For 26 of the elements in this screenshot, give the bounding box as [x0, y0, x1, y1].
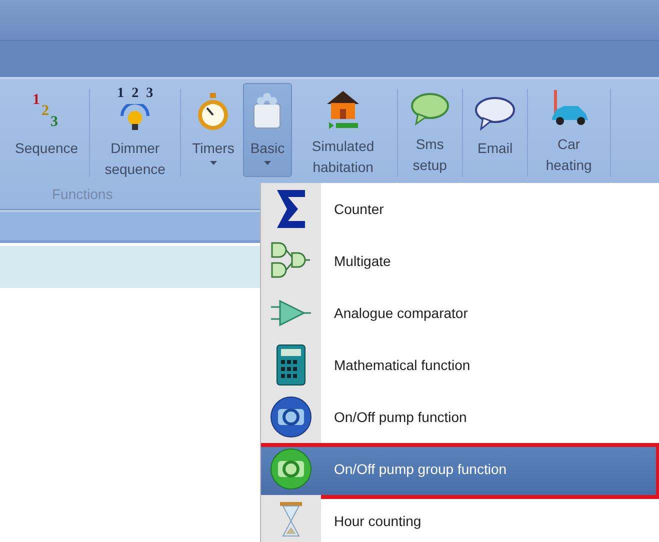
- logic-gates-icon: [270, 241, 312, 281]
- calculator-icon: [276, 344, 306, 386]
- ribbon-button[interactable]: 1 2 3 Dimmer sequence: [94, 83, 176, 177]
- group-label: Functions: [52, 185, 113, 204]
- dimmer-numbers: 1 2 3: [117, 86, 156, 102]
- menu-item[interactable]: Mathematical function: [261, 339, 659, 391]
- sequence-numbers: 1 2 3: [32, 92, 60, 132]
- ribbon-button[interactable]: Email: [467, 83, 524, 177]
- ribbon-button[interactable]: Sms setup: [402, 83, 458, 177]
- ribbon-button[interactable]: Basic: [243, 83, 292, 177]
- pump-icon: [269, 447, 313, 491]
- ribbon-button[interactable]: Timers: [185, 83, 242, 177]
- ribbon-button[interactable]: 1 2 3 Sequence: [8, 83, 86, 177]
- menu-item[interactable]: Analogue comparator: [261, 287, 659, 339]
- ribbon-button[interactable]: Car heating: [532, 83, 606, 177]
- light-bulb-icon: [120, 104, 150, 132]
- comparator-icon: [270, 298, 312, 328]
- menu-item[interactable]: Hour counting: [261, 495, 659, 542]
- ribbon-button[interactable]: Simulated habitation: [294, 83, 393, 177]
- menu-item[interactable]: Counter: [261, 183, 659, 235]
- menu-item[interactable]: On/Off pump function: [261, 391, 659, 443]
- speech-bubble-icon: [410, 92, 450, 128]
- sigma-icon: [274, 188, 308, 230]
- speech-bubble-icon: [474, 96, 516, 132]
- pump-icon: [269, 395, 313, 439]
- menu-item[interactable]: Multigate: [261, 235, 659, 287]
